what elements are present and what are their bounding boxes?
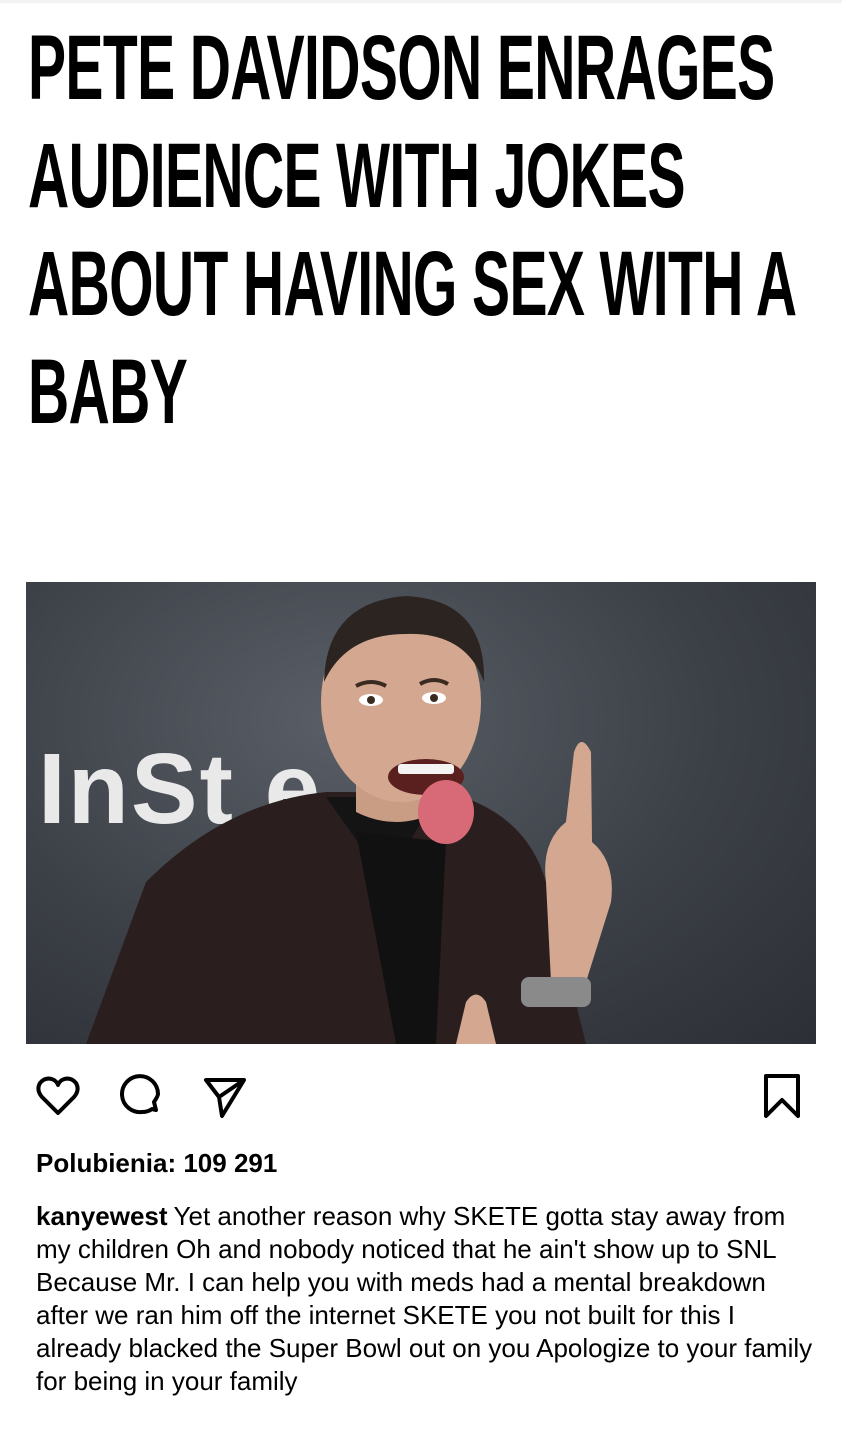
comment-icon[interactable] [116,1072,164,1120]
likes-count[interactable]: Polubienia: 109 291 [36,1148,277,1179]
post-caption: kanyewest Yet another reason why SKETE go… [36,1200,816,1398]
bookmark-icon[interactable] [758,1072,806,1120]
caption-username[interactable]: kanyewest [36,1201,168,1231]
heart-icon[interactable] [34,1072,82,1120]
article-headline: PETE DAVIDSON ENRAGES AUDIENCE WITH JOKE… [28,17,795,443]
person-photo [86,596,612,1044]
post-action-bar [34,1072,809,1124]
top-divider [0,0,842,3]
post-image[interactable]: InSt e [26,582,816,1044]
send-icon[interactable] [200,1072,248,1120]
